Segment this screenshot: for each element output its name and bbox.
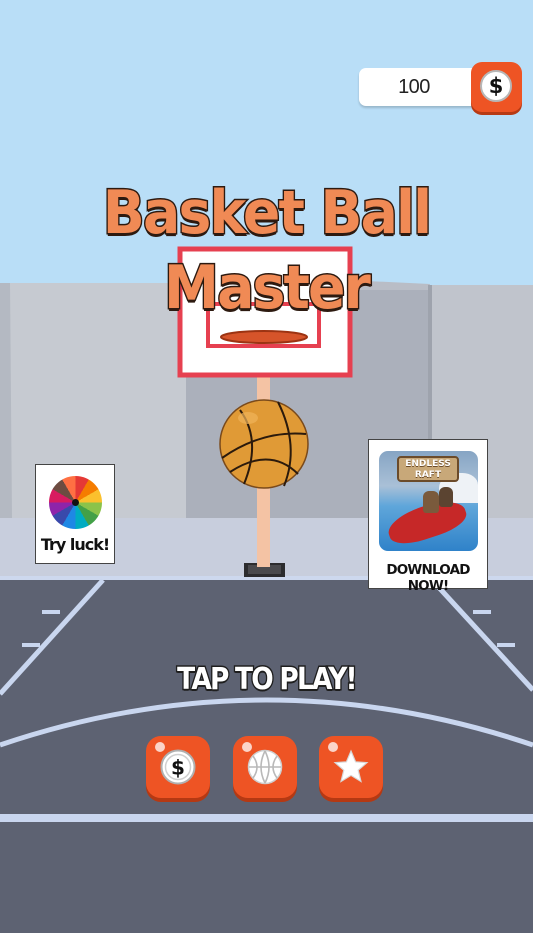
tap-to-play-label[interactable]: TAP TO PLAY! [32, 661, 501, 699]
dollar-coin-icon: $ [160, 749, 196, 785]
ad-title-line2: RAFT [414, 470, 442, 480]
coin-count: 100 [398, 76, 430, 98]
game-title-line1: Basket Ball [101, 177, 433, 250]
hoop-rim [220, 330, 308, 344]
try-luck-button[interactable]: Try luck! [35, 464, 115, 564]
download-ad-button[interactable]: ENDLESS RAFT DOWNLOAD NOW! [368, 439, 488, 594]
coin-counter: 100 [359, 68, 479, 106]
basketball-icon [247, 749, 283, 785]
game-title-line2: Master [163, 252, 373, 325]
coins-shop-button[interactable]: $ [146, 736, 210, 798]
ad-title-line1: ENDLESS [405, 459, 451, 469]
rafter-figure [439, 487, 453, 507]
basketball [219, 399, 309, 489]
rafter-figure [423, 491, 439, 513]
rate-star-button[interactable] [319, 736, 383, 798]
color-wheel-icon [49, 476, 102, 529]
shop-coin-button[interactable]: $ [471, 62, 522, 112]
ad-thumbnail: ENDLESS RAFT [379, 451, 478, 551]
left-wall-side [0, 283, 12, 518]
wheel-hub [72, 499, 79, 506]
ad-logo-sign: ENDLESS RAFT [397, 456, 459, 482]
dollar-symbol: $ [171, 756, 185, 780]
ball-select-button[interactable] [233, 736, 297, 798]
download-now-label: DOWNLOAD NOW! [386, 562, 470, 594]
dollar-coin-icon: $ [480, 70, 512, 102]
try-luck-label: Try luck! [40, 535, 110, 554]
game-scene[interactable]: 100 $ Basket Ball Master Try luck! ENDLE… [0, 0, 533, 933]
star-icon [333, 749, 369, 783]
window-edge-strip [533, 0, 539, 933]
